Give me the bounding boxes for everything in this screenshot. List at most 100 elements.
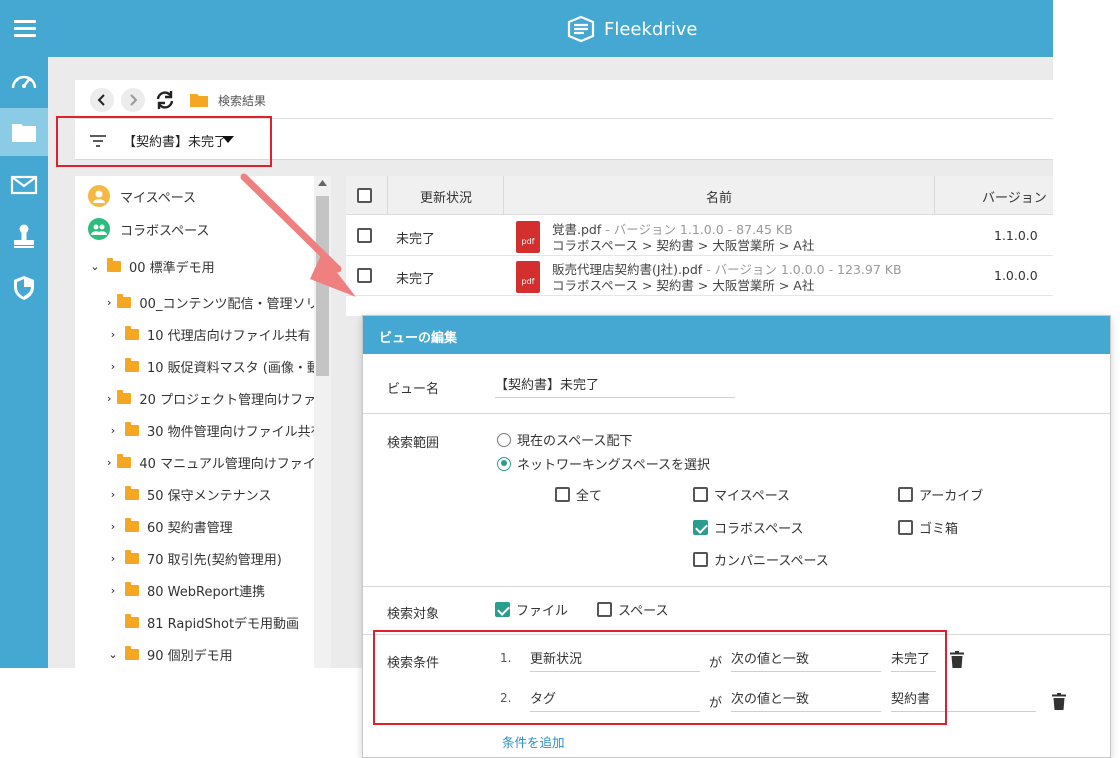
scope-current-radio[interactable]: 現在のスペース配下 bbox=[497, 430, 632, 449]
tree-item[interactable]: › 40 マニュアル管理向けファイル共有 bbox=[107, 447, 331, 477]
folder-icon bbox=[107, 257, 121, 272]
checkbox[interactable] bbox=[693, 520, 708, 535]
tree-label: 40 マニュアル管理向けファイル共有 bbox=[139, 456, 331, 472]
folder-icon bbox=[125, 357, 139, 372]
scope-networking-radio[interactable]: ネットワーキングスペースを選択 bbox=[497, 454, 710, 473]
brand-logo: Fleekdrive bbox=[566, 14, 697, 44]
chevron-right-icon[interactable]: › bbox=[107, 456, 111, 469]
col-status[interactable]: 更新状況 bbox=[420, 187, 472, 206]
annotation-arrow-icon bbox=[240, 173, 356, 297]
chevron-right-icon[interactable]: › bbox=[107, 584, 119, 597]
app-root: Fleekdrive 検索結果 【契約書】未完了 マイスペース コラボスペース … bbox=[0, 0, 1120, 758]
view-name-input[interactable]: 【契約書】未完了 bbox=[495, 374, 735, 398]
chevron-down-icon[interactable]: ⌄ bbox=[89, 260, 101, 273]
breadcrumb-folder-icon bbox=[189, 92, 209, 112]
folder-icon bbox=[125, 549, 139, 564]
target-space-checkbox[interactable]: スペース bbox=[597, 600, 668, 619]
checkbox[interactable] bbox=[597, 602, 612, 617]
option-label: ネットワーキングスペースを選択 bbox=[517, 458, 711, 473]
rail-stamp[interactable] bbox=[0, 212, 48, 260]
highlight-view-selector bbox=[56, 116, 272, 167]
chevron-right-icon[interactable]: › bbox=[107, 296, 111, 309]
checkbox[interactable] bbox=[495, 602, 510, 617]
results-table: 更新状況 名前 バージョン 未完了 pdf 覚書.pdf - バージョン 1.1… bbox=[346, 176, 1053, 316]
radio-button[interactable] bbox=[497, 456, 511, 471]
folder-icon bbox=[117, 453, 132, 468]
option-label: ファイル bbox=[516, 604, 569, 619]
fleekdrive-logo-icon bbox=[567, 15, 595, 43]
tree-label: 10 代理店向けファイル共有 bbox=[147, 328, 311, 344]
menu-icon[interactable] bbox=[14, 20, 36, 38]
option-label: マイスペース bbox=[714, 489, 791, 504]
rail-security[interactable] bbox=[0, 264, 48, 312]
chevron-right-icon[interactable]: › bbox=[107, 360, 119, 373]
delete-condition-icon[interactable] bbox=[1052, 693, 1066, 710]
space-trash-checkbox[interactable]: ゴミ箱 bbox=[898, 518, 958, 537]
tree-item[interactable]: › 80 WebReport連携 bbox=[107, 575, 331, 605]
space-my-checkbox[interactable]: マイスペース bbox=[693, 485, 790, 504]
chevron-right-icon[interactable]: › bbox=[107, 488, 119, 501]
checkbox[interactable] bbox=[693, 552, 708, 567]
highlight-conditions bbox=[373, 630, 947, 725]
add-condition-link[interactable]: 条件を追加 bbox=[502, 732, 565, 751]
pdf-icon: pdf bbox=[516, 261, 540, 293]
target-file-checkbox[interactable]: ファイル bbox=[495, 600, 568, 619]
rail-mail[interactable] bbox=[0, 161, 48, 209]
tree-label: 30 物件管理向けファイル共有 bbox=[147, 424, 324, 440]
rail-dashboard[interactable] bbox=[0, 57, 48, 105]
space-company-checkbox[interactable]: カンパニースペース bbox=[693, 550, 829, 569]
radio-button[interactable] bbox=[497, 432, 511, 447]
option-label: 現在のスペース配下 bbox=[517, 434, 633, 449]
row-status: 未完了 bbox=[396, 272, 436, 287]
table-row[interactable]: 未完了 pdf 販売代理店契約書(J社).pdf - バージョン 1.0.0.0… bbox=[346, 256, 1053, 296]
tree-label: マイスペース bbox=[120, 190, 197, 206]
tree-label: 60 契約書管理 bbox=[147, 520, 233, 536]
tree-item[interactable]: › 10 販促資料マスタ (画像・動画) bbox=[107, 351, 331, 381]
tree-item[interactable]: › 50 保守メンテナンス bbox=[107, 479, 331, 509]
chevron-down-icon[interactable]: ⌄ bbox=[107, 648, 119, 661]
tree-item[interactable]: › 30 物件管理向けファイル共有 bbox=[107, 415, 331, 445]
file-path: コラボスペース > 契約書 > 大阪営業所 > A社 bbox=[552, 278, 815, 293]
checkbox[interactable] bbox=[693, 487, 708, 502]
folder-icon bbox=[117, 293, 132, 308]
option-label: カンパニースペース bbox=[714, 554, 829, 569]
rail-files[interactable] bbox=[0, 108, 48, 156]
tree-item[interactable]: › 10 代理店向けファイル共有 bbox=[107, 319, 331, 349]
option-label: 全て bbox=[576, 489, 603, 504]
col-name[interactable]: 名前 bbox=[706, 187, 732, 206]
view-name-label: ビュー名 bbox=[387, 382, 440, 397]
tree-item[interactable]: ⌄ 90 個別デモ用 bbox=[107, 639, 331, 668]
delete-condition-icon[interactable] bbox=[950, 651, 964, 668]
tree-label: 80 WebReport連携 bbox=[147, 584, 266, 600]
tree-label: 20 プロジェクト管理向けファイル共有 bbox=[139, 392, 331, 408]
target-label: 検索対象 bbox=[387, 607, 440, 622]
tree-item[interactable]: › 60 契約書管理 bbox=[107, 511, 331, 541]
chevron-right-icon[interactable]: › bbox=[107, 552, 119, 565]
file-version: 1.1.0.0 bbox=[994, 228, 1038, 243]
checkbox[interactable] bbox=[898, 520, 913, 535]
chevron-right-icon[interactable]: › bbox=[107, 424, 119, 437]
forward-button[interactable] bbox=[121, 88, 145, 112]
folder-icon bbox=[12, 124, 36, 142]
space-all-checkbox[interactable]: 全て bbox=[555, 485, 602, 504]
back-button[interactable] bbox=[90, 88, 114, 112]
tree-item[interactable]: › 20 プロジェクト管理向けファイル共有 bbox=[107, 383, 331, 413]
checkbox[interactable] bbox=[898, 487, 913, 502]
pdf-icon: pdf bbox=[516, 221, 540, 253]
space-collab-checkbox[interactable]: コラボスペース bbox=[693, 518, 803, 537]
space-archive-checkbox[interactable]: アーカイブ bbox=[898, 485, 983, 504]
col-version[interactable]: バージョン bbox=[982, 187, 1047, 206]
table-row[interactable]: 未完了 pdf 覚書.pdf - バージョン 1.1.0.0 - 87.45 K… bbox=[346, 216, 1053, 256]
chevron-right-icon[interactable]: › bbox=[107, 328, 119, 341]
chevron-right-icon[interactable]: › bbox=[107, 392, 111, 405]
folder-icon bbox=[125, 613, 139, 628]
chevron-right-icon[interactable]: › bbox=[107, 520, 119, 533]
refresh-button[interactable] bbox=[153, 88, 179, 112]
option-label: コラボスペース bbox=[714, 522, 804, 537]
tree-item[interactable]: › 70 取引先(契約管理用) bbox=[107, 543, 331, 573]
dashboard-icon bbox=[11, 75, 37, 89]
checkbox[interactable] bbox=[555, 487, 570, 502]
tree-item[interactable]: 81 RapidShotデモ用動画 bbox=[107, 607, 331, 637]
option-label: ゴミ箱 bbox=[919, 522, 959, 537]
folder-icon bbox=[125, 325, 139, 340]
